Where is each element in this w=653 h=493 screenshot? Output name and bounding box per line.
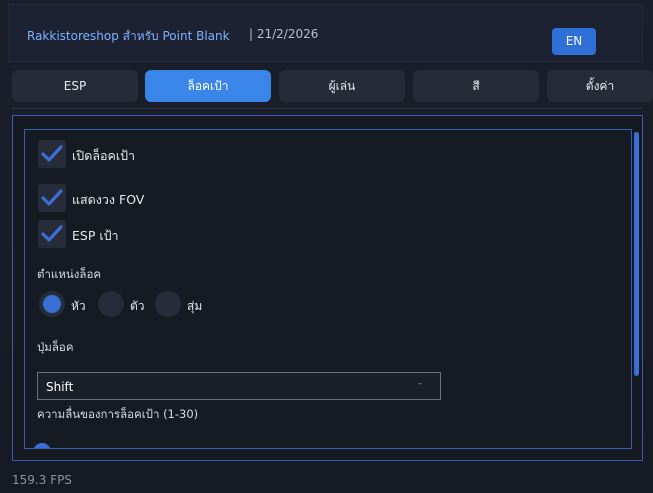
tab-aim-lock[interactable]: ล็อคเป้า: [145, 70, 271, 102]
enable-lock-label: เปิดล็อคเป้า: [72, 148, 136, 163]
radio-random[interactable]: [155, 291, 181, 317]
esp-target-row[interactable]: ESP เป้า: [38, 220, 238, 248]
check-icon: [41, 145, 63, 162]
show-fov-checkbox[interactable]: [38, 184, 66, 212]
content-panel: เปิดล็อคเป้า แสดงวง FOV ESP เป้า ตำแหน่ง…: [12, 115, 643, 461]
tab-esp[interactable]: ESP: [12, 70, 138, 102]
tab-players[interactable]: ผู้เล่น: [279, 70, 405, 102]
tab-bar: ESP ล็อคเป้า ผู้เล่น สี ตั้งค่า: [12, 70, 653, 102]
radio-body-label: ตัว: [130, 299, 145, 313]
app-window: Rakkistoreshop สำหรับ Point Blank | 21/2…: [0, 0, 653, 493]
chevron-down-icon: –: [418, 379, 422, 388]
tab-settings[interactable]: ตั้งค่า: [547, 70, 653, 102]
scrollbar[interactable]: [634, 132, 639, 376]
radio-body[interactable]: [98, 291, 124, 317]
date-label: | 21/2/2026: [249, 27, 319, 41]
radio-selected-dot: [43, 295, 61, 313]
language-button[interactable]: EN: [552, 28, 596, 55]
enable-lock-checkbox[interactable]: [38, 140, 66, 168]
aim-settings-area[interactable]: เปิดล็อคเป้า แสดงวง FOV ESP เป้า ตำแหน่ง…: [24, 129, 632, 449]
radio-head[interactable]: [39, 291, 65, 317]
header-bar: Rakkistoreshop สำหรับ Point Blank | 21/2…: [8, 4, 643, 62]
show-fov-row[interactable]: แสดงวง FOV: [38, 184, 238, 212]
esp-target-checkbox[interactable]: [38, 220, 66, 248]
divider: [12, 108, 642, 109]
lock-key-value: Shift: [46, 380, 74, 394]
lock-speed-label: ความลื่นของการล็อคเป้า (1-30): [37, 407, 199, 421]
lock-key-label: ปุ่มล็อค: [37, 340, 74, 354]
radio-random-label: สุ่ม: [187, 299, 203, 313]
check-icon: [41, 189, 63, 206]
lock-position-label: ตำแหน่งล็อค: [37, 267, 102, 281]
app-title: Rakkistoreshop สำหรับ Point Blank: [27, 29, 230, 43]
fps-counter: 159.3 FPS: [12, 473, 72, 487]
show-fov-label: แสดงวง FOV: [72, 192, 145, 207]
radio-head-label: หัว: [71, 299, 86, 313]
lock-speed-slider-thumb[interactable]: [33, 443, 51, 448]
enable-lock-row[interactable]: เปิดล็อคเป้า: [38, 140, 238, 168]
tab-colors[interactable]: สี: [413, 70, 539, 102]
check-icon: [41, 225, 63, 242]
lock-key-select[interactable]: Shift –: [37, 372, 441, 400]
esp-target-label: ESP เป้า: [72, 228, 119, 243]
